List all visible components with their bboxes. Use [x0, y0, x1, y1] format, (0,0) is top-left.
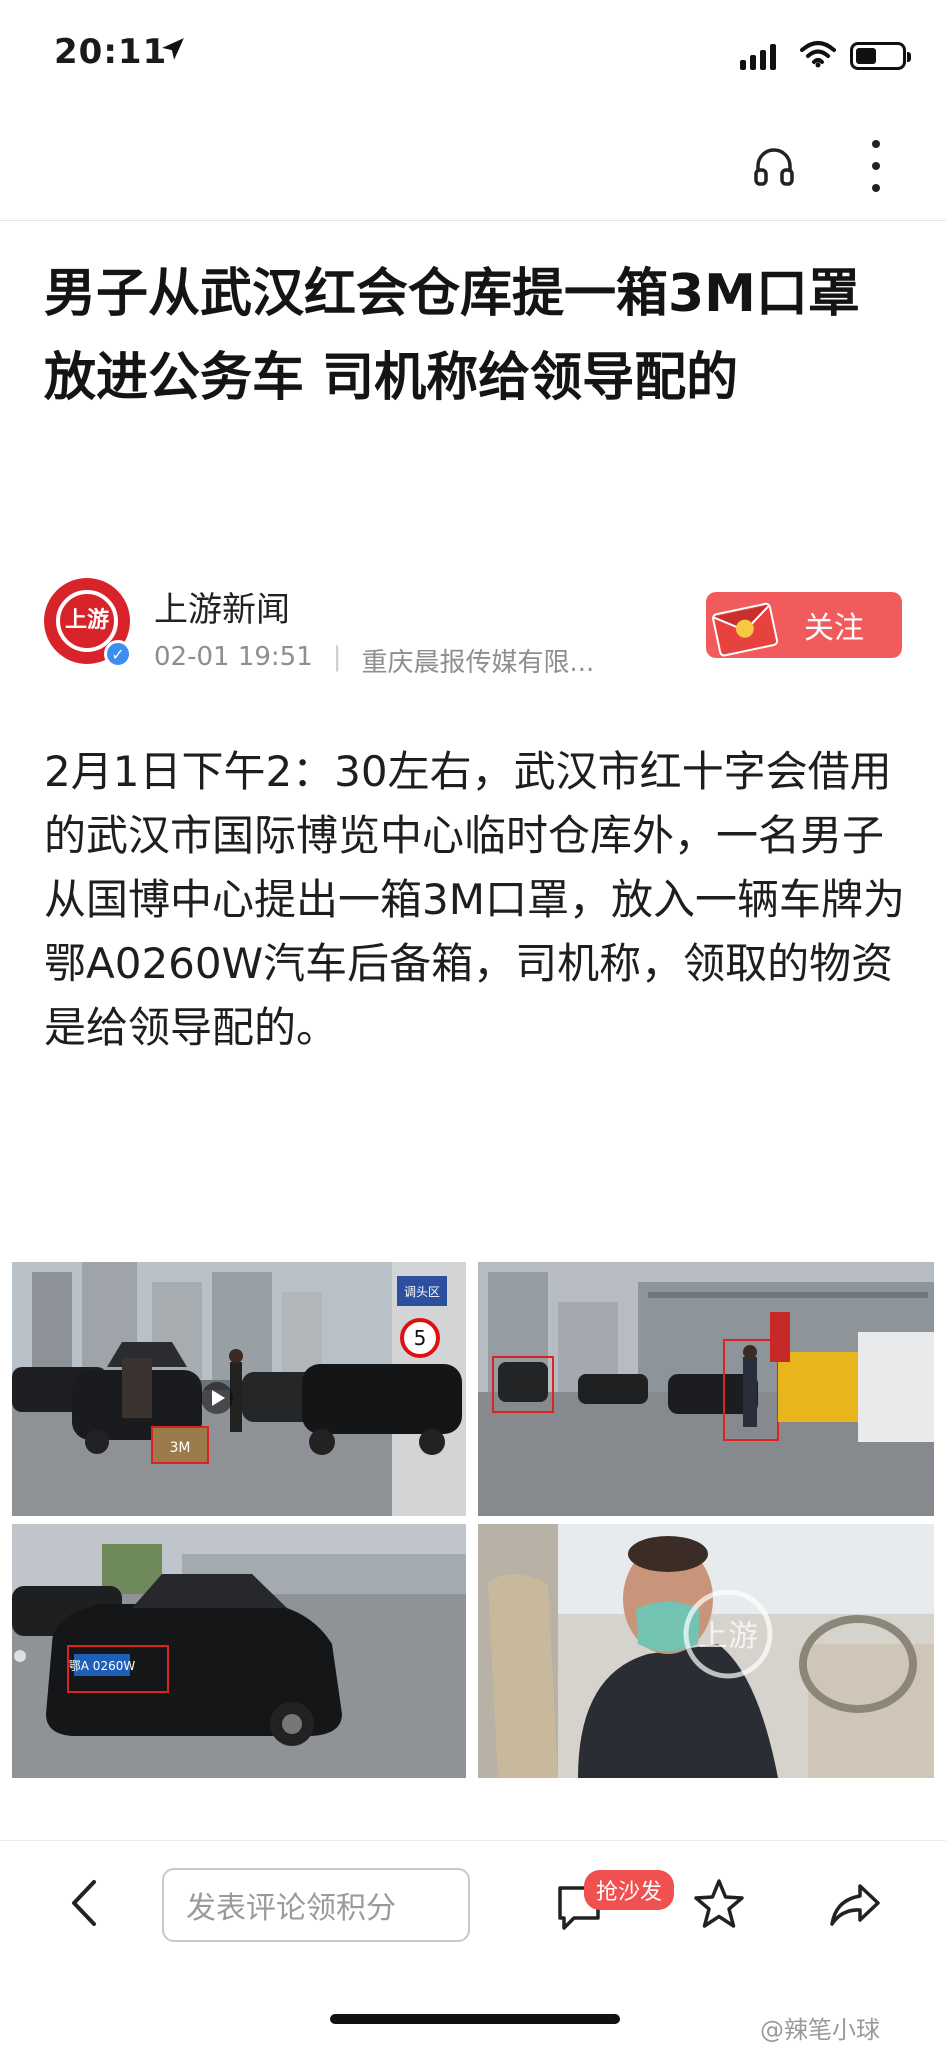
source-name: 重庆晨报传媒有限...	[361, 648, 595, 678]
cellular-signal-icon	[740, 44, 776, 70]
divider	[0, 220, 946, 221]
article-body: 2月1日下午2：30左右，武汉市红十字会借用的武汉市国际博览中心临时仓库外，一名…	[44, 747, 905, 1052]
follow-label: 关注	[804, 611, 864, 646]
home-indicator	[330, 2014, 620, 2024]
box-label: 3M	[170, 1440, 191, 1456]
star-icon[interactable]	[690, 1876, 748, 1934]
sign-label: 调头区	[404, 1285, 440, 1299]
watermark: @辣笔小球	[760, 2016, 880, 2044]
article-photo-2[interactable]	[478, 1262, 934, 1516]
article-photo-1[interactable]: 调头区 5 3M	[12, 1262, 466, 1516]
license-plate: 鄂A 0260W	[69, 1659, 136, 1673]
location-arrow-icon	[162, 38, 184, 60]
article-photo-3[interactable]: 鄂A 0260W	[12, 1524, 466, 1778]
red-packet-icon	[712, 602, 779, 657]
comment-input[interactable]: 发表评论领积分	[162, 1868, 470, 1942]
author-name[interactable]: 上游新闻	[154, 582, 290, 631]
author-meta: 02-01 19:51 | 重庆晨报传媒有限...	[154, 642, 594, 679]
verified-badge-icon: ✓	[104, 640, 132, 668]
status-time: 20:11	[54, 32, 168, 72]
article-photo-4[interactable]: 上游	[478, 1524, 934, 1778]
more-options-icon[interactable]	[870, 140, 882, 192]
photo-credit-watermark: 上游	[698, 1619, 758, 1654]
wifi-icon	[800, 41, 836, 68]
meta-separator: |	[332, 642, 342, 672]
divider	[0, 1840, 946, 1841]
sofa-badge: 抢沙发	[584, 1870, 675, 1910]
back-icon[interactable]	[64, 1876, 104, 1930]
share-icon[interactable]	[826, 1876, 884, 1934]
battery-icon	[850, 42, 911, 70]
article-title: 男子从武汉红会仓库提一箱3M口罩放进公务车 司机称给领导配的	[44, 264, 860, 408]
speed-limit-sign: 5	[414, 1326, 427, 1350]
publish-datetime: 02-01 19:51	[154, 642, 313, 672]
headphones-icon[interactable]	[750, 142, 798, 190]
comment-placeholder: 发表评论领积分	[186, 1891, 396, 1926]
